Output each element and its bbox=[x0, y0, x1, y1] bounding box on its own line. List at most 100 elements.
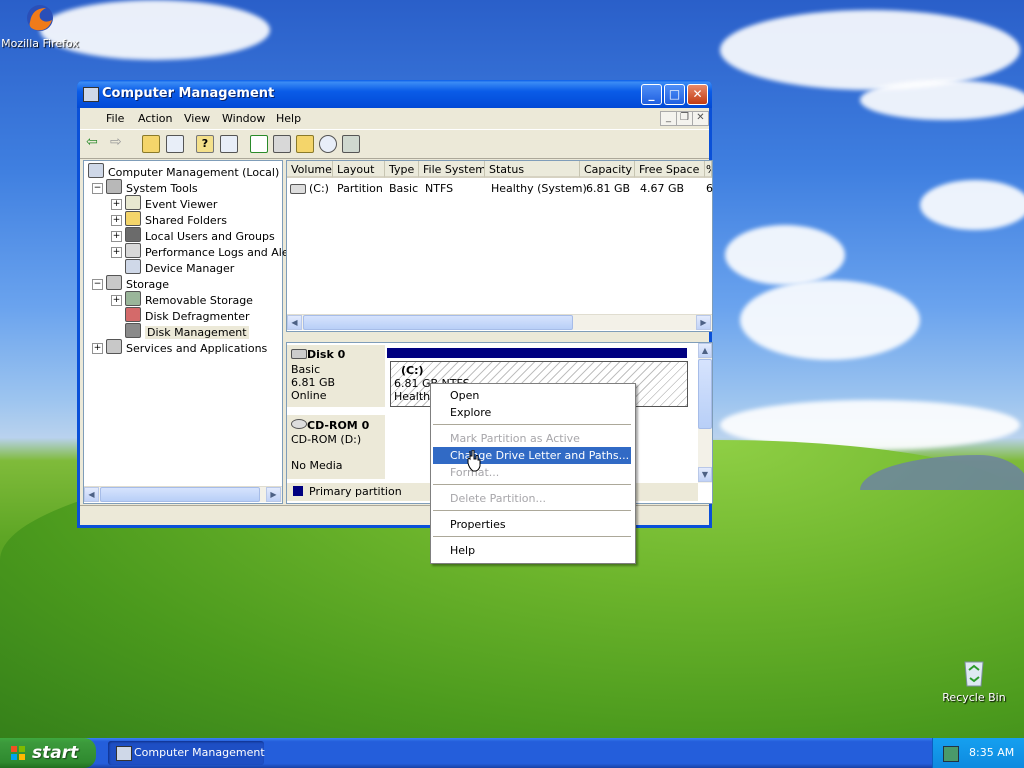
tree-item-computer-management[interactable]: Computer Management (Local) bbox=[88, 163, 279, 179]
start-button[interactable]: start bbox=[0, 738, 96, 768]
scroll-right-button[interactable]: ▶ bbox=[696, 315, 711, 330]
action-pane-icon[interactable] bbox=[220, 135, 238, 153]
menu-item-change-drive-letter[interactable]: Change Drive Letter and Paths... bbox=[433, 447, 631, 464]
expand-toggle[interactable]: + bbox=[111, 295, 122, 306]
menu-action[interactable]: Action bbox=[138, 112, 172, 125]
maximize-button[interactable]: □ bbox=[664, 84, 685, 105]
menu-item-open[interactable]: Open bbox=[433, 387, 631, 404]
menu-separator bbox=[433, 510, 631, 511]
context-menu: Open Explore Mark Partition as Active Ch… bbox=[430, 383, 636, 564]
tree-item-local-users-and-groups[interactable]: Local Users and Groups bbox=[125, 227, 275, 243]
tree-item-performance-logs[interactable]: Performance Logs and Alerts bbox=[125, 243, 303, 259]
minimize-button[interactable]: _ bbox=[641, 84, 662, 105]
mdi-close-button[interactable]: ✕ bbox=[692, 111, 709, 126]
removable-storage-icon bbox=[125, 291, 141, 306]
disk-settings-icon[interactable] bbox=[342, 135, 360, 153]
scroll-right-button[interactable]: ▶ bbox=[266, 487, 281, 502]
column-header-status[interactable]: Status bbox=[485, 161, 580, 178]
disk-0-header[interactable]: Disk 0 Basic 6.81 GB Online bbox=[287, 345, 385, 407]
close-button[interactable]: ✕ bbox=[687, 84, 708, 105]
menu-item-properties[interactable]: Properties bbox=[433, 516, 631, 533]
tree-item-shared-folders[interactable]: Shared Folders bbox=[125, 211, 227, 227]
scroll-down-button[interactable]: ▼ bbox=[698, 467, 712, 482]
scroll-up-button[interactable]: ▲ bbox=[698, 343, 712, 358]
menu-item-format[interactable]: Format... bbox=[433, 464, 631, 481]
column-header-percent-free[interactable]: % bbox=[705, 161, 712, 178]
disk-0-type: Basic bbox=[291, 363, 321, 376]
taskbar-item-computer-management[interactable]: Computer Management bbox=[108, 741, 265, 765]
tree-item-event-viewer[interactable]: Event Viewer bbox=[125, 195, 217, 211]
scroll-thumb[interactable] bbox=[303, 315, 573, 330]
start-label: start bbox=[32, 743, 79, 763]
tree-item-device-manager[interactable]: Device Manager bbox=[125, 259, 234, 275]
disk-vertical-scrollbar[interactable]: ▲ ▼ bbox=[698, 343, 712, 483]
desktop-icon-recycle-bin[interactable]: Recycle Bin bbox=[934, 656, 1014, 704]
menu-file[interactable]: File bbox=[106, 112, 124, 125]
menu-help[interactable]: Help bbox=[276, 112, 301, 125]
menu-view[interactable]: View bbox=[184, 112, 210, 125]
scroll-thumb[interactable] bbox=[100, 487, 260, 502]
recycle-bin-icon bbox=[958, 656, 990, 688]
desktop-icon-firefox[interactable]: Mozilla Firefox bbox=[0, 2, 80, 50]
back-arrow-icon[interactable]: ⇦ bbox=[86, 135, 102, 151]
show-hide-tree-icon[interactable] bbox=[166, 135, 184, 153]
column-header-volume[interactable]: Volume bbox=[287, 161, 333, 178]
tree-item-storage[interactable]: Storage bbox=[106, 275, 169, 291]
properties-icon[interactable] bbox=[273, 135, 291, 153]
expand-toggle[interactable]: + bbox=[92, 343, 103, 354]
network-icon[interactable] bbox=[943, 746, 959, 762]
help-icon[interactable]: ? bbox=[196, 135, 214, 153]
expand-toggle[interactable]: + bbox=[111, 231, 122, 242]
desktop-icon-label: Mozilla Firefox bbox=[1, 37, 79, 50]
legend-label: Primary partition bbox=[309, 485, 402, 498]
menu-window[interactable]: Window bbox=[222, 112, 265, 125]
tree-item-disk-management[interactable]: Disk Management bbox=[125, 323, 249, 339]
volume-horizontal-scrollbar[interactable]: ◀ ▶ bbox=[287, 314, 712, 330]
tree-item-services-and-applications[interactable]: Services and Applications bbox=[106, 339, 267, 355]
menu-bar: File Action View Window Help _ ❐ ✕ bbox=[80, 108, 709, 128]
taskbar-item-label: Computer Management bbox=[134, 746, 265, 759]
tree-item-system-tools[interactable]: System Tools bbox=[106, 179, 198, 195]
expand-toggle[interactable]: + bbox=[111, 215, 122, 226]
expand-toggle[interactable]: + bbox=[111, 247, 122, 258]
console-tree: Computer Management (Local) − System Too… bbox=[83, 160, 303, 504]
system-tray: 8:35 AM bbox=[932, 738, 1024, 768]
column-header-file-system[interactable]: File System bbox=[419, 161, 485, 178]
collapse-toggle[interactable]: − bbox=[92, 279, 103, 290]
disk-0-name: Disk 0 bbox=[307, 348, 346, 361]
column-header-free-space[interactable]: Free Space bbox=[635, 161, 705, 178]
column-header-layout[interactable]: Layout bbox=[333, 161, 385, 178]
column-header-capacity[interactable]: Capacity bbox=[580, 161, 635, 178]
window-title: Computer Management bbox=[102, 86, 275, 101]
mdi-restore-button[interactable]: ❐ bbox=[676, 111, 693, 126]
scroll-left-button[interactable]: ◀ bbox=[84, 487, 99, 502]
cdrom-0-header[interactable]: CD-ROM 0 CD-ROM (D:) No Media bbox=[287, 415, 385, 479]
mdi-minimize-button[interactable]: _ bbox=[660, 111, 677, 126]
title-bar[interactable]: Computer Management _ □ ✕ bbox=[77, 80, 712, 108]
clock[interactable]: 8:35 AM bbox=[969, 746, 1014, 759]
event-viewer-icon bbox=[125, 195, 141, 210]
column-header-type[interactable]: Type bbox=[385, 161, 419, 178]
scroll-thumb[interactable] bbox=[698, 359, 712, 429]
taskbar: start Computer Management 8:35 AM bbox=[0, 738, 1024, 768]
search-icon[interactable] bbox=[319, 135, 337, 153]
up-folder-icon[interactable] bbox=[142, 135, 160, 153]
menu-item-explore[interactable]: Explore bbox=[433, 404, 631, 421]
menu-item-mark-partition-active[interactable]: Mark Partition as Active bbox=[433, 430, 631, 447]
tree-item-disk-defragmenter[interactable]: Disk Defragmenter bbox=[125, 307, 250, 323]
mouse-cursor-icon bbox=[467, 450, 481, 472]
forward-arrow-icon[interactable]: ⇨ bbox=[110, 135, 126, 151]
expand-toggle[interactable]: + bbox=[111, 199, 122, 210]
collapse-toggle[interactable]: − bbox=[92, 183, 103, 194]
disk-0-size: 6.81 GB bbox=[291, 376, 336, 389]
partition-c-label: (C:) bbox=[401, 364, 424, 377]
menu-item-delete-partition[interactable]: Delete Partition... bbox=[433, 490, 631, 507]
disk-management-icon bbox=[125, 323, 141, 338]
scroll-left-button[interactable]: ◀ bbox=[287, 315, 302, 330]
tree-horizontal-scrollbar[interactable]: ◀ ▶ bbox=[84, 486, 282, 502]
menu-item-help[interactable]: Help bbox=[433, 542, 631, 559]
tree-item-removable-storage[interactable]: Removable Storage bbox=[125, 291, 253, 307]
shared-folder-icon bbox=[125, 211, 141, 226]
open-folder-icon[interactable] bbox=[296, 135, 314, 153]
refresh-icon[interactable] bbox=[250, 135, 268, 153]
